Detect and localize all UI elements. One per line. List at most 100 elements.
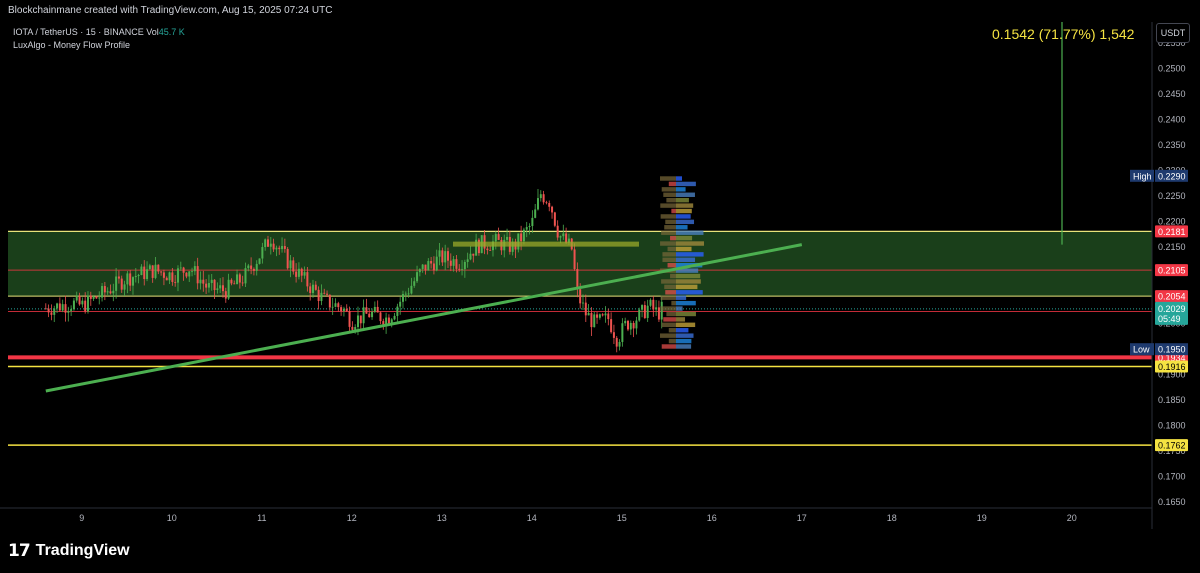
profile-bar [671, 208, 676, 214]
tradingview-logo[interactable]: 17 TradingView [8, 541, 130, 561]
candle-body [117, 276, 120, 279]
footer [0, 529, 1200, 573]
profile-bar [670, 235, 676, 241]
price-tick-label: 0.1850 [1158, 395, 1186, 405]
price-tick-label: 0.1650 [1158, 497, 1186, 507]
candle-body [95, 296, 98, 299]
candle-body [81, 300, 84, 305]
candle-body [154, 264, 157, 278]
candle-body [522, 229, 525, 242]
candle-body [148, 265, 151, 270]
price-tick-label: 0.2450 [1158, 89, 1186, 99]
candle-body [345, 308, 348, 312]
candle-body [573, 249, 576, 269]
candle-body [416, 272, 419, 282]
candle-body [517, 233, 520, 250]
candle-body [210, 279, 213, 284]
profile-bar [676, 273, 701, 279]
profile-bar [676, 208, 692, 214]
candle-body [205, 283, 208, 288]
candle-body [165, 277, 168, 281]
price-tick-label: 0.2150 [1158, 242, 1186, 252]
candle-body [289, 260, 292, 269]
level-tag: 0.1916 [1158, 362, 1186, 372]
candle-body [621, 323, 624, 342]
currency-button[interactable]: USDT [1156, 23, 1190, 43]
candle-body [92, 296, 95, 299]
candle-body [202, 279, 205, 284]
indicator-legend[interactable]: LuxAlgo - Money Flow Profile [13, 40, 130, 50]
time-tick-label: 17 [797, 513, 807, 523]
time-tick-label: 14 [527, 513, 537, 523]
candle-body [587, 313, 590, 316]
candle-body [193, 266, 196, 272]
candle-body [258, 258, 261, 264]
time-tick-label: 15 [617, 513, 627, 523]
candle-body [168, 272, 171, 281]
profile-bar [661, 187, 676, 192]
candle-body [250, 265, 253, 269]
profile-bar [670, 273, 676, 279]
candle-body [438, 250, 441, 257]
candle-body [241, 282, 244, 284]
symbol-legend[interactable]: IOTA / TetherUS · 15 · BINANCE Vol45.7 K [13, 27, 185, 37]
profile-bar [676, 225, 688, 230]
volume-label: Vol [146, 27, 159, 37]
candle-body [303, 272, 306, 276]
profile-bar [676, 322, 696, 328]
profile-bar [666, 311, 676, 317]
candle-body [562, 233, 565, 237]
profile-bar [661, 230, 676, 235]
candle-body [196, 266, 199, 284]
candle-body [579, 289, 582, 304]
candle-body [404, 293, 407, 295]
candle-body [449, 260, 452, 266]
candle-body [539, 194, 542, 199]
candle-body [430, 261, 433, 264]
candle-body [101, 286, 104, 298]
candle-body [126, 273, 129, 285]
candle-body [160, 271, 163, 273]
candle-body [236, 274, 239, 285]
candle-body [137, 275, 140, 277]
candle-body [255, 263, 258, 271]
candle-body [548, 203, 551, 207]
candle-body [261, 247, 264, 259]
candle-body [162, 272, 165, 278]
candle-body [545, 202, 548, 204]
candle-body [72, 300, 75, 310]
candle-body [120, 278, 123, 290]
candle-body [463, 261, 466, 270]
profile-bar [676, 246, 692, 252]
tradingview-logo-icon: 17 [8, 541, 31, 561]
candle-body [356, 315, 359, 328]
price-tick-label: 0.1700 [1158, 472, 1186, 482]
candle-body [581, 302, 584, 304]
time-tick-label: 12 [347, 513, 357, 523]
candle-body [466, 259, 469, 262]
candle-body [297, 268, 300, 277]
profile-bar [662, 252, 676, 257]
candle-body [266, 239, 269, 247]
candle-body [657, 307, 660, 320]
time-tick-label: 9 [79, 513, 84, 523]
volume-value: 45.7 K [158, 27, 185, 37]
candle-body [213, 279, 216, 291]
candle-body [219, 285, 222, 289]
profile-bar [676, 344, 692, 349]
candle-body [176, 268, 179, 283]
candle-body [157, 264, 160, 272]
candle-body [140, 266, 143, 276]
price-chart[interactable]: 0.25500.25000.24500.24000.23500.23000.22… [0, 0, 1200, 573]
price-tick-label: 0.2250 [1158, 191, 1186, 201]
candle-body [418, 269, 421, 273]
profile-bar [676, 252, 704, 257]
candle-body [75, 295, 78, 301]
candle-body [494, 234, 497, 242]
candle-body [70, 309, 73, 311]
candle-body [626, 320, 629, 330]
candle-body [61, 304, 64, 311]
candle-body [89, 295, 92, 299]
candle-body [469, 253, 472, 260]
level-tag: 0.2181 [1158, 227, 1186, 237]
